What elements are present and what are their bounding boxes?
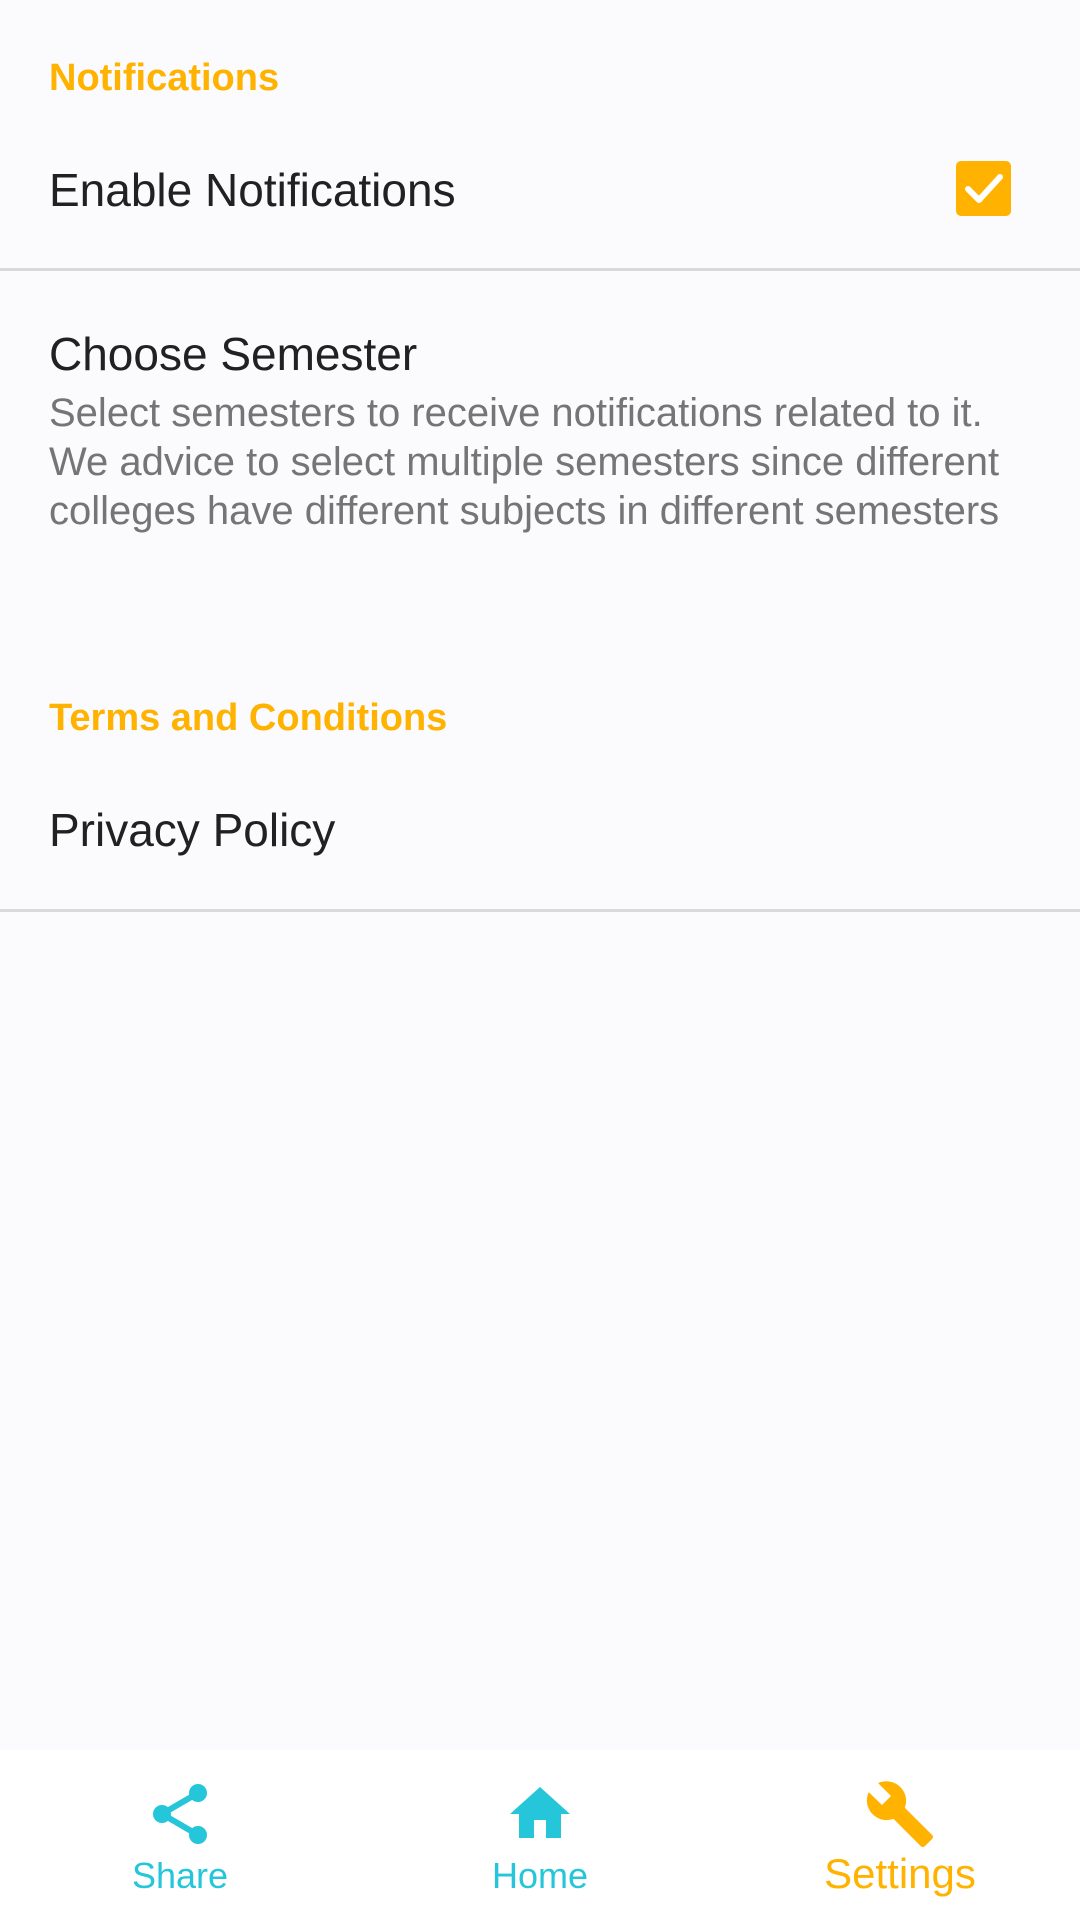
nav-share[interactable]: Share [0,1750,360,1920]
divider [0,909,1080,912]
choose-semester-row[interactable]: Choose Semester Select semesters to rece… [0,271,1080,631]
checkmark-icon [965,174,1003,203]
enable-notifications-row[interactable]: Enable Notifications [0,125,1080,268]
privacy-policy-row[interactable]: Privacy Policy [0,765,1080,909]
terms-section-header: Terms and Conditions [49,697,448,739]
notifications-section-header: Notifications [49,57,280,99]
nav-home[interactable]: Home [360,1750,720,1920]
nav-settings[interactable]: Settings [720,1750,1080,1920]
nav-share-label: Share [131,1855,229,1896]
share-icon [144,1778,216,1850]
wrench-icon [864,1778,936,1850]
bottom-navigation: Share Home Settings [0,1750,1080,1920]
choose-semester-summary: Select semesters to receive notification… [49,391,1000,533]
nav-settings-label: Settings [824,1850,976,1897]
settings-screen: Notifications Enable Notifications Choos… [0,0,1080,1920]
enable-notifications-checkbox[interactable] [956,161,1011,216]
nav-home-label: Home [491,1855,589,1896]
choose-semester-title: Choose Semester [49,328,418,380]
privacy-policy-title: Privacy Policy [49,804,336,856]
enable-notifications-title: Enable Notifications [49,164,456,216]
home-icon [504,1778,576,1850]
